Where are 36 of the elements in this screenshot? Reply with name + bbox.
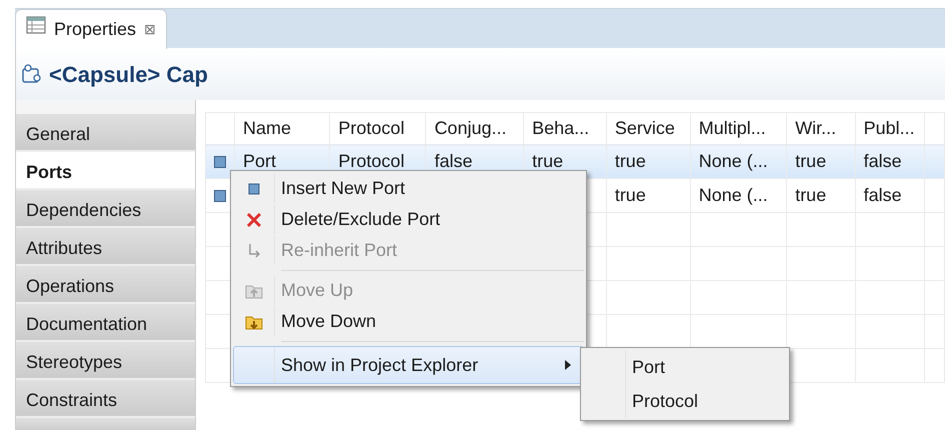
header-title: <Capsule> Cap <box>49 60 208 89</box>
menu-item-label: Show in Project Explorer <box>281 354 478 377</box>
close-icon <box>245 210 263 228</box>
properties-tab[interactable]: Properties ⊠ <box>15 9 168 49</box>
submenu-item[interactable]: Port <box>625 350 787 384</box>
table-cell: true <box>606 178 690 212</box>
menu-item-label: Move Down <box>281 310 376 333</box>
capsule-icon <box>21 64 41 84</box>
sidebar-tab[interactable]: General <box>16 114 195 152</box>
menu-item-label: Move Up <box>281 279 354 302</box>
menu-item-label: Re-inherit Port <box>281 239 398 262</box>
sidebar-tab[interactable]: Attributes <box>16 228 195 266</box>
table-cell: true <box>606 144 690 178</box>
menu-item[interactable]: Delete/Exclude Port <box>233 204 584 235</box>
tab-label: Properties <box>54 18 136 41</box>
port-icon <box>214 156 226 168</box>
table-cell: true <box>786 178 856 212</box>
sidebar-tab[interactable]: Ports <box>16 152 195 190</box>
submenu-item[interactable]: Protocol <box>625 384 787 418</box>
menu-item-label: Insert New Port <box>281 177 406 200</box>
menu-item[interactable]: Show in Project Explorer <box>233 346 584 384</box>
menu-item[interactable]: Move Down <box>233 306 584 337</box>
table-icon <box>26 16 46 34</box>
close-button[interactable]: ⊠ <box>144 19 156 40</box>
table-cell: true <box>786 144 856 178</box>
table-cell: false <box>855 144 925 178</box>
sidebar-tab[interactable]: Dependencies <box>16 190 195 228</box>
sidebar-tab[interactable]: Stereotypes <box>16 342 195 380</box>
sidebar-tab[interactable]: Operations <box>16 266 195 304</box>
sidebar-tab[interactable]: Documentation <box>16 304 195 342</box>
port-icon <box>214 190 226 202</box>
table-cell: None (... <box>690 178 787 212</box>
sidebar-tab[interactable]: Constraints <box>16 380 195 418</box>
menu-item-label: Delete/Exclude Port <box>281 208 440 231</box>
table-cell: None (... <box>690 144 787 178</box>
table-cell: false <box>855 178 925 212</box>
